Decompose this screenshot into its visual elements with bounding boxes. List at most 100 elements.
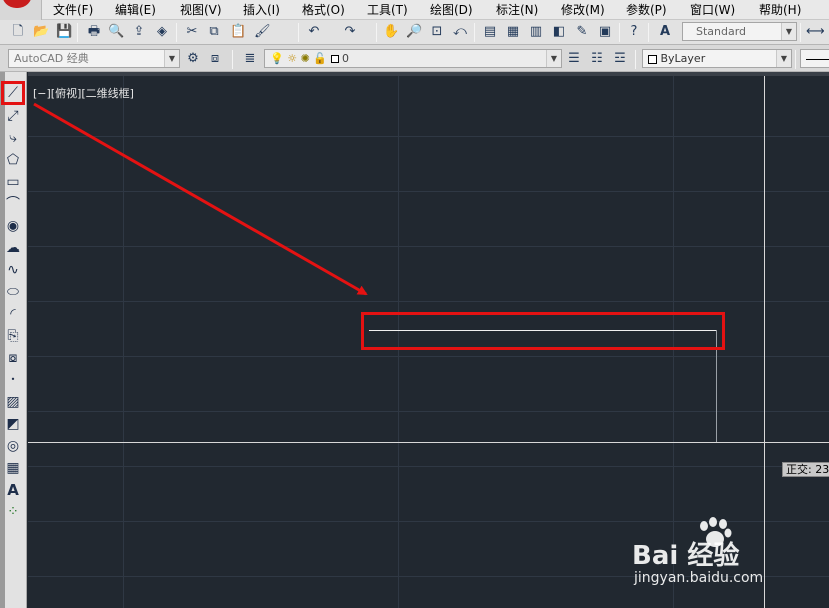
polygon-icon[interactable]: ⬠ [3, 150, 23, 170]
add-selected-icon[interactable]: ⁘ [3, 502, 23, 522]
layer-sun-icon: ☼ [287, 52, 298, 65]
menu-draw[interactable]: 绘图(D) [430, 2, 473, 18]
chevron-down-icon[interactable]: ▼ [776, 50, 791, 67]
toolbar-separator [376, 23, 377, 42]
zoom-window-icon[interactable]: ⊡ [429, 24, 445, 40]
layer-bulb-icon: 💡 [270, 52, 284, 65]
zoom-realtime-icon[interactable]: 🔎 [406, 24, 422, 40]
paste-icon[interactable]: 📋 [230, 24, 246, 40]
baidu-watermark: Bai 经验 jingyan.baidu.com [630, 515, 790, 595]
menu-view[interactable]: 视图(V) [180, 2, 222, 18]
linetype-dropdown[interactable] [800, 49, 829, 68]
autocad-logo-icon [2, 0, 32, 8]
design-center-icon[interactable]: ▦ [505, 24, 521, 40]
linetype-sample [806, 58, 829, 60]
dim-style-icon[interactable]: ⟷ [806, 24, 825, 40]
construction-line-icon[interactable]: ⤢ [3, 106, 23, 126]
arc-icon[interactable]: ⌒ [3, 194, 23, 214]
match-properties-icon[interactable]: 🖌 [254, 24, 271, 40]
menu-format[interactable]: 格式(O) [302, 2, 345, 18]
menu-bar: 文件(F) 编辑(E) 视图(V) 插入(I) 格式(O) 工具(T) 绘图(D… [0, 0, 829, 20]
layer-previous-icon[interactable]: ☷ [589, 51, 605, 67]
publish-icon[interactable]: ⇪ [131, 24, 147, 40]
3d-dwf-icon[interactable]: ◈ [154, 24, 170, 40]
ellipse-arc-icon[interactable]: ◜ [3, 304, 23, 324]
menu-parametric[interactable]: 参数(P) [626, 2, 667, 18]
point-icon[interactable]: • [3, 370, 23, 390]
markup-icon[interactable]: ✎ [574, 24, 590, 40]
layer-states-icon[interactable]: ☲ [612, 51, 628, 67]
workspace-settings-gear-icon[interactable]: ⚙ [185, 51, 201, 67]
line-tool-highlight [1, 81, 25, 105]
pan-icon[interactable]: ✋ [383, 24, 399, 40]
region-icon[interactable]: ◎ [3, 436, 23, 456]
standard-toolbar: 🗋 📂 💾 🖶 🔍 ⇪ ◈ ✂ ⧉ 📋 🖌 ↶ ↷ ✋ 🔎 ⊡ ⤺ ▤ ▦ ▥ … [0, 20, 829, 45]
menu-file[interactable]: 文件(F) [53, 2, 93, 18]
polyline-icon[interactable]: ⤷ [3, 128, 23, 148]
layer-lock-icon: 🔓 [313, 52, 327, 65]
menu-modify[interactable]: 修改(M) [561, 2, 605, 18]
toolbar-separator [77, 23, 78, 42]
menu-dimension[interactable]: 标注(N) [496, 2, 538, 18]
new-file-icon[interactable]: 🗋 [10, 24, 26, 40]
zoom-previous-icon[interactable]: ⤺ [452, 24, 468, 40]
hatch-icon[interactable]: ▨ [3, 392, 23, 412]
chevron-down-icon[interactable]: ▼ [164, 50, 179, 67]
color-value: ByLayer [660, 52, 706, 65]
plot-icon[interactable]: 🖶 [86, 24, 102, 40]
revision-cloud-icon[interactable]: ☁ [3, 238, 23, 258]
spline-icon[interactable]: ∿ [3, 260, 23, 280]
toolbar-separator [795, 50, 796, 69]
layer-color-swatch [330, 55, 339, 63]
color-dropdown[interactable]: ByLayer ▼ [642, 49, 792, 68]
menu-help[interactable]: 帮助(H) [759, 2, 801, 18]
layer-dropdown[interactable]: 💡 ☼ ✺ 🔓 0 ▼ [264, 49, 562, 68]
text-style-dropdown[interactable]: Standard ▼ [682, 22, 797, 41]
rectangle-icon[interactable]: ▭ [3, 172, 23, 192]
toolbar-separator [232, 50, 233, 69]
multiline-text-icon[interactable]: A [3, 480, 23, 500]
text-style-icon[interactable]: A [657, 24, 673, 40]
application-menu-button[interactable] [0, 0, 42, 20]
redo-icon[interactable]: ↷ [342, 24, 358, 40]
workspace-value: AutoCAD 经典 [14, 52, 89, 65]
menu-tools[interactable]: 工具(T) [367, 2, 408, 18]
color-swatch [648, 54, 657, 64]
copy-icon[interactable]: ⧉ [206, 24, 222, 40]
sheet-set-icon[interactable]: ◧ [551, 24, 567, 40]
save-icon[interactable]: 💾 [56, 24, 72, 40]
toolbar-separator [648, 23, 649, 42]
menu-insert[interactable]: 插入(I) [243, 2, 280, 18]
text-style-value: Standard [696, 25, 747, 38]
watermark-brand: Bai 经验 [632, 541, 740, 571]
circle-icon[interactable]: ◉ [3, 216, 23, 236]
layer-value: 0 [342, 52, 349, 65]
properties-icon[interactable]: ▤ [482, 24, 498, 40]
workspace-dropdown[interactable]: AutoCAD 经典 ▼ [8, 49, 180, 68]
table-icon[interactable]: ▦ [3, 458, 23, 478]
gradient-icon[interactable]: ◩ [3, 414, 23, 434]
toolbar-separator [474, 23, 475, 42]
layer-sun-vp-icon: ✺ [300, 52, 310, 65]
ellipse-icon[interactable]: ⬭ [3, 282, 23, 302]
tool-palettes-icon[interactable]: ▥ [528, 24, 544, 40]
menu-window[interactable]: 窗口(W) [690, 2, 735, 18]
menu-edit[interactable]: 编辑(E) [115, 2, 156, 18]
watermark-url: jingyan.baidu.com [634, 570, 764, 586]
undo-icon[interactable]: ↶ [306, 24, 322, 40]
chevron-down-icon[interactable]: ▼ [781, 23, 796, 40]
plot-preview-icon[interactable]: 🔍 [108, 24, 124, 40]
cut-icon[interactable]: ✂ [184, 24, 200, 40]
open-file-icon[interactable]: 📂 [33, 24, 49, 40]
layer-properties-icon[interactable]: ≣ [242, 51, 258, 67]
calculator-icon[interactable]: ▣ [597, 24, 613, 40]
toolbar-separator [619, 23, 620, 42]
workspace-toolbar: AutoCAD 经典 ▼ ⚙ ⧈ ≣ 💡 ☼ ✺ 🔓 0 ▼ ☰ ☷ ☲ ByL… [0, 45, 829, 72]
help-icon[interactable]: ? [626, 24, 642, 40]
chevron-down-icon[interactable]: ▼ [546, 50, 561, 67]
make-block-icon[interactable]: ⧇ [3, 348, 23, 368]
workspace-switch-icon[interactable]: ⧈ [207, 51, 223, 67]
make-current-layer-icon[interactable]: ☰ [566, 51, 582, 67]
insert-block-icon[interactable]: ⎘ [3, 326, 23, 346]
toolbar-separator [800, 23, 801, 42]
